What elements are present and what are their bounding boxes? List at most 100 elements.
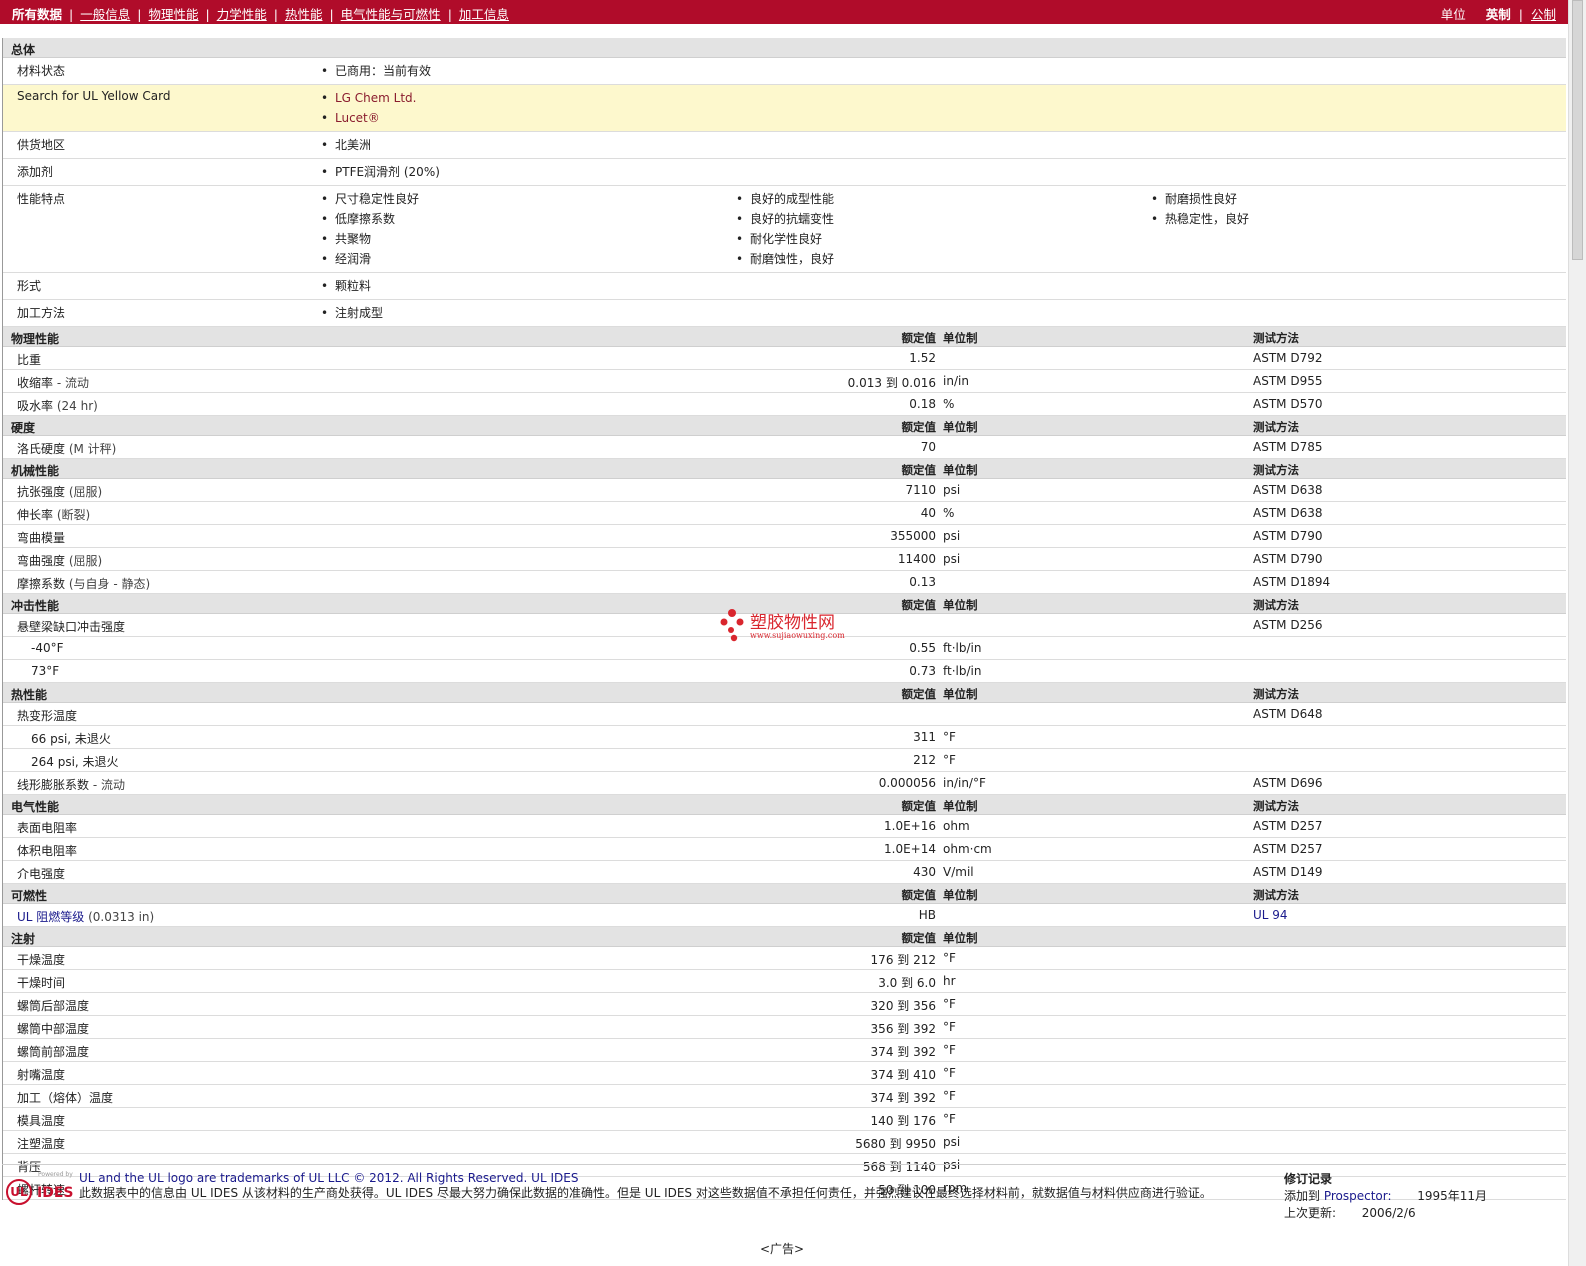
revision-title: 修订记录	[1284, 1172, 1333, 1186]
column-header-unit: 单位制	[943, 888, 978, 902]
top-nav-bar: 所有数据 | 一般信息 | 物理性能 | 力学性能 | 热性能 | 电气性能与可燃性 | 加工信息 单位…	[0, 0, 1568, 24]
property-unit: °F	[943, 730, 956, 744]
nav-tab-6[interactable]: 加工信息	[459, 7, 509, 22]
property-name: 264 psi, 未退火	[31, 755, 119, 769]
column-header-test: 测试方法	[1253, 420, 1299, 434]
watermark-title: 塑胶物性网	[750, 613, 835, 633]
value-column: 注射成型	[321, 303, 737, 323]
general-label: Search for UL Yellow Card	[17, 89, 171, 103]
yellow-card-link[interactable]: LG Chem Ltd.	[321, 88, 737, 108]
section-title: 物理性能	[11, 332, 60, 346]
property-unit: °F	[943, 997, 956, 1011]
ul-ides-logo[interactable]: Powered by UL IDES	[6, 1171, 74, 1205]
added-date: 1995年11月	[1417, 1189, 1488, 1203]
units-label: 单位	[1440, 7, 1466, 22]
general-row: 性能特点尺寸稳定性良好低摩擦系数共聚物经润滑良好的成型性能良好的抗蠕变性耐化学性…	[3, 186, 1566, 273]
property-label: 弯曲强度 (屈服)	[17, 552, 102, 569]
nav-tab-3[interactable]: 力学性能	[217, 7, 267, 22]
property-condition: (屈服)	[65, 485, 103, 499]
property-row: 表面电阻率 1.0E+16 ohm ASTM D257	[3, 815, 1566, 838]
nav-tab-1[interactable]: 一般信息	[80, 7, 130, 22]
column-header-value: 额定值	[901, 331, 937, 345]
section-header: 电气性能 额定值 单位制 测试方法	[3, 795, 1566, 815]
property-label: 264 psi, 未退火	[31, 753, 119, 770]
general-row: Search for UL Yellow Card LG Chem Ltd.Luc…	[3, 85, 1566, 132]
column-header-value: 额定值	[901, 888, 937, 902]
nav-separator: |	[137, 7, 142, 22]
test-method: ASTM D149	[1253, 865, 1323, 879]
property-row: 66 psi, 未退火 311 °F	[3, 726, 1566, 749]
scrollbar-thumb[interactable]	[1572, 0, 1583, 260]
property-value: 356 到 392	[870, 1022, 936, 1036]
property-row: 干燥时间 3.0 到 6.0 hr	[3, 970, 1566, 993]
added-source[interactable]: Prospector:	[1324, 1189, 1392, 1203]
property-unit: ohm	[943, 819, 970, 833]
property-label: 模具温度	[17, 1112, 65, 1129]
bullet-item: 北美洲	[321, 135, 737, 155]
property-label: 线形膨胀系数 - 流动	[17, 776, 125, 793]
nav-tab-2[interactable]: 物理性能	[148, 7, 198, 22]
property-label: 洛氏硬度 (M 计秤)	[17, 440, 116, 457]
vertical-scrollbar[interactable]	[1568, 0, 1586, 1266]
general-label: 供货地区	[17, 138, 66, 152]
bullet-item: 尺寸稳定性良好	[321, 189, 736, 209]
column-header-unit: 单位制	[943, 598, 978, 612]
property-row: 73°F 0.73 ft·lb/in	[3, 660, 1566, 683]
nav-tab-4[interactable]: 热性能	[285, 7, 323, 22]
nav-separator: |	[447, 7, 452, 22]
general-label: 加工方法	[17, 306, 66, 320]
value-column: 颗粒料	[321, 276, 737, 296]
footer: Powered by UL IDES UL and the UL logo ar…	[2, 1164, 1566, 1226]
unit-metric[interactable]: 公制	[1531, 7, 1556, 22]
value-column: 良好的成型性能良好的抗蠕变性耐化学性良好耐磨蚀性，良好	[736, 189, 1151, 269]
property-row: 伸长率 (断裂) 40% ASTM D638	[3, 502, 1566, 525]
unit-switcher: 单位 英制 | 公制	[1441, 4, 1556, 23]
property-row: 264 psi, 未退火 212 °F	[3, 749, 1566, 772]
property-label: 加工（熔体）温度	[17, 1089, 113, 1106]
property-name: 射嘴温度	[17, 1068, 66, 1082]
test-method: ASTM D785	[1253, 440, 1323, 454]
property-name: 介电强度	[17, 867, 66, 881]
property-label: 弯曲模量	[17, 529, 65, 546]
property-value: 7110	[905, 483, 936, 497]
property-row: 摩擦系数 (与自身 - 静态) 0.13 ASTM D1894	[3, 571, 1566, 594]
unit-imperial[interactable]: 英制	[1486, 4, 1511, 23]
property-value: 311	[913, 730, 936, 744]
property-condition: (M 计秤)	[65, 442, 117, 456]
test-method: ASTM D638	[1253, 506, 1323, 520]
property-name: 热变形温度	[17, 709, 78, 723]
property-value: 374 到 392	[870, 1091, 936, 1105]
general-row: 形式 颗粒料	[3, 273, 1566, 300]
property-row: 模具温度 140 到 176 °F	[3, 1108, 1566, 1131]
nav-separator: |	[205, 7, 210, 22]
property-label[interactable]: UL 阻燃等级 (0.0313 in)	[17, 908, 154, 925]
property-name: 干燥温度	[17, 953, 66, 967]
updated-label: 上次更新:	[1284, 1206, 1337, 1220]
test-method: ASTM D257	[1253, 819, 1323, 833]
yellow-card-link[interactable]: Lucet®	[321, 108, 737, 128]
logo-powered-text: Powered by	[38, 1171, 73, 1178]
test-method[interactable]: UL 94	[1253, 908, 1288, 922]
property-label: 比重	[17, 351, 41, 368]
nav-tab-5[interactable]: 电气性能与可燃性	[341, 7, 441, 22]
bullet-item: 耐化学性良好	[736, 229, 1151, 249]
property-label: 螺筒后部温度	[17, 997, 89, 1014]
property-name: 螺筒前部温度	[17, 1045, 90, 1059]
nav-tab-0[interactable]: 所有数据	[12, 4, 62, 23]
property-value: 320 到 356	[870, 999, 936, 1013]
general-label: 性能特点	[17, 192, 66, 206]
bullet-item: 已商用：当前有效	[321, 61, 737, 81]
property-value: 0.013 到 0.016	[847, 376, 936, 390]
legal-text: UL and the UL logo are trademarks of UL …	[79, 1171, 1269, 1201]
column-header-value: 额定值	[901, 799, 937, 813]
property-name: 弯曲强度	[17, 554, 66, 568]
general-values: LG Chem Ltd.Lucet®	[321, 85, 1566, 131]
property-name: 体积电阻率	[17, 844, 78, 858]
property-value: 140 到 176	[870, 1114, 936, 1128]
property-row: UL 阻燃等级 (0.0313 in) HB UL 94	[3, 904, 1566, 927]
column-header-unit: 单位制	[943, 799, 978, 813]
property-label: -40°F	[31, 641, 64, 655]
section-title: 热性能	[11, 688, 48, 702]
value-column: 已商用：当前有效	[321, 61, 737, 81]
property-name: 干燥时间	[17, 976, 66, 990]
